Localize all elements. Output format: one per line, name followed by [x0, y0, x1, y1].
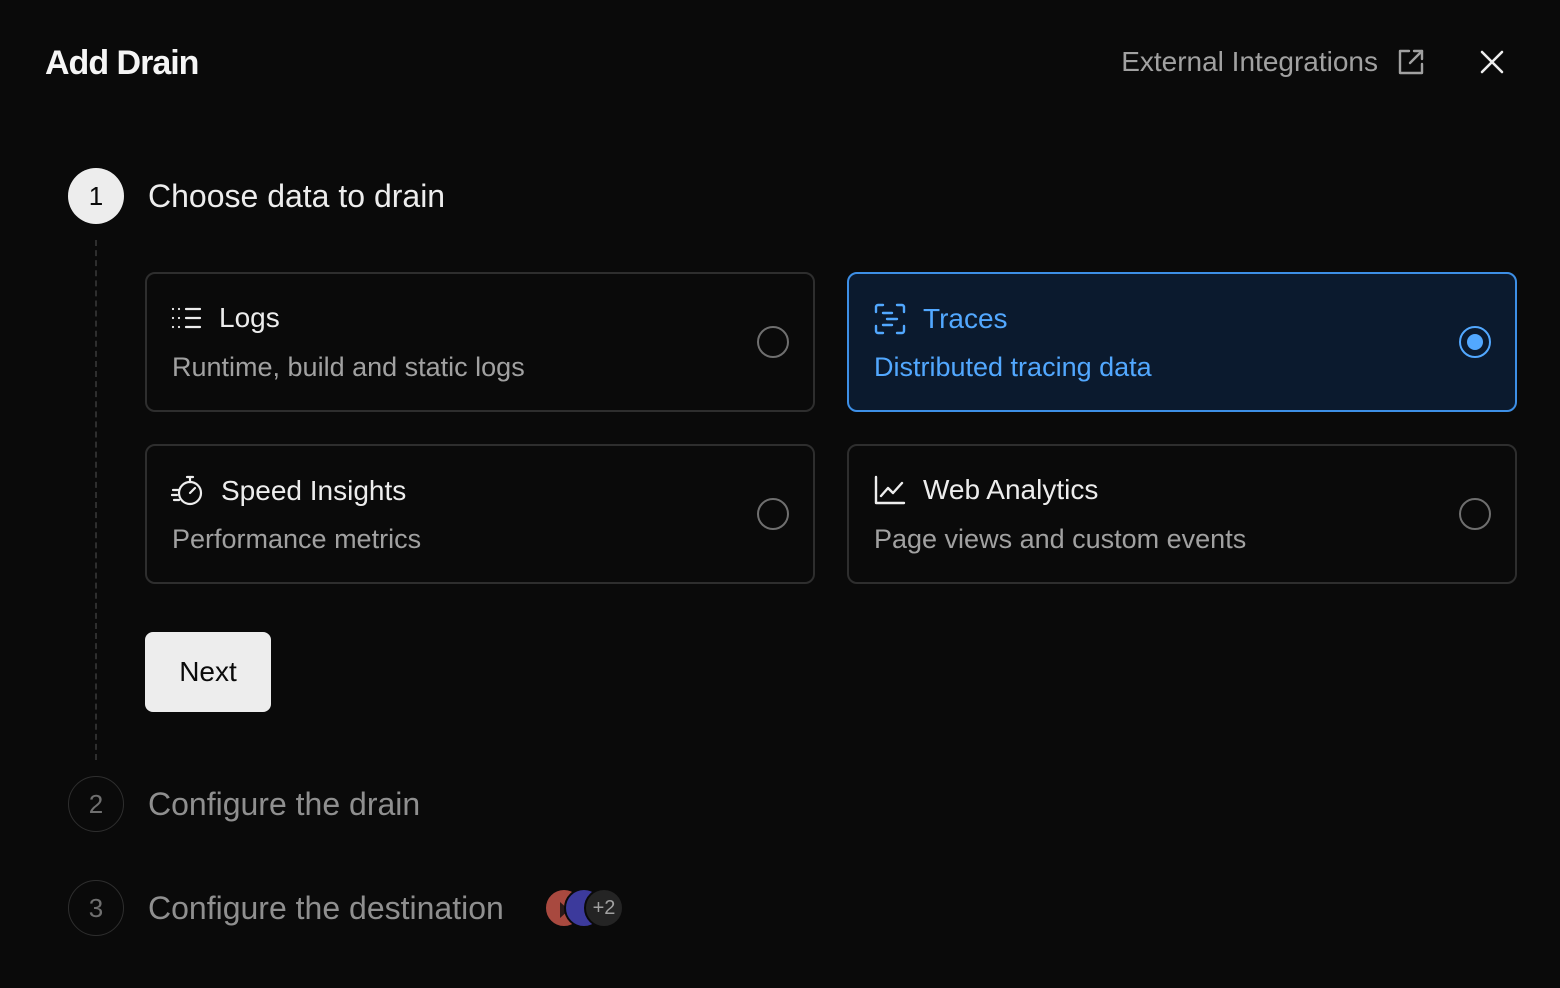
option-card-web-analytics[interactable]: Web Analytics Page views and custom even… — [847, 444, 1517, 584]
option-description: Page views and custom events — [874, 524, 1247, 554]
close-button[interactable] — [1474, 46, 1510, 82]
option-description: Runtime, build and static logs — [172, 352, 525, 382]
option-radio-selected[interactable] — [1459, 326, 1491, 358]
traces-icon — [873, 302, 907, 336]
step-2-number: 2 — [88, 788, 104, 819]
external-integrations-link[interactable]: External Integrations — [1121, 46, 1426, 78]
option-title: Logs — [219, 302, 280, 333]
step-2-title: Configure the drain — [148, 786, 421, 822]
step-2-indicator: 2 — [68, 776, 124, 832]
destination-avatar-stack: +2 — [544, 888, 626, 930]
line-chart-icon — [873, 474, 907, 506]
list-icon — [171, 304, 203, 332]
option-title: Speed Insights — [221, 475, 407, 506]
option-radio[interactable] — [1459, 498, 1491, 530]
close-icon — [1478, 48, 1506, 81]
external-link-icon — [1396, 47, 1426, 77]
option-card-logs[interactable]: Logs Runtime, build and static logs — [145, 272, 815, 412]
option-card-traces[interactable]: Traces Distributed tracing data — [847, 272, 1517, 412]
more-destinations-count: +2 — [584, 888, 624, 928]
stopwatch-icon — [171, 474, 205, 508]
step-1-number: 1 — [88, 180, 104, 211]
step-3-number: 3 — [88, 892, 104, 923]
option-title: Web Analytics — [923, 474, 1099, 505]
step-1-title: Choose data to drain — [148, 178, 446, 214]
option-description: Performance metrics — [172, 524, 422, 554]
step-3-indicator: 3 — [68, 880, 124, 936]
next-button[interactable]: Next — [145, 632, 271, 712]
external-integrations-label: External Integrations — [1121, 46, 1378, 77]
option-card-speed-insights[interactable]: Speed Insights Performance metrics — [145, 444, 815, 584]
option-description: Distributed tracing data — [874, 352, 1152, 382]
step-3-title: Configure the destination — [148, 890, 504, 926]
option-radio[interactable] — [757, 326, 789, 358]
step-1-indicator: 1 — [68, 168, 124, 224]
option-radio[interactable] — [757, 498, 789, 530]
add-drain-dialog: Add Drain External Integrations 1 Choose… — [0, 0, 1560, 988]
option-title: Traces — [923, 303, 1008, 334]
step-connector-line — [95, 240, 97, 760]
dialog-title: Add Drain — [45, 44, 199, 82]
